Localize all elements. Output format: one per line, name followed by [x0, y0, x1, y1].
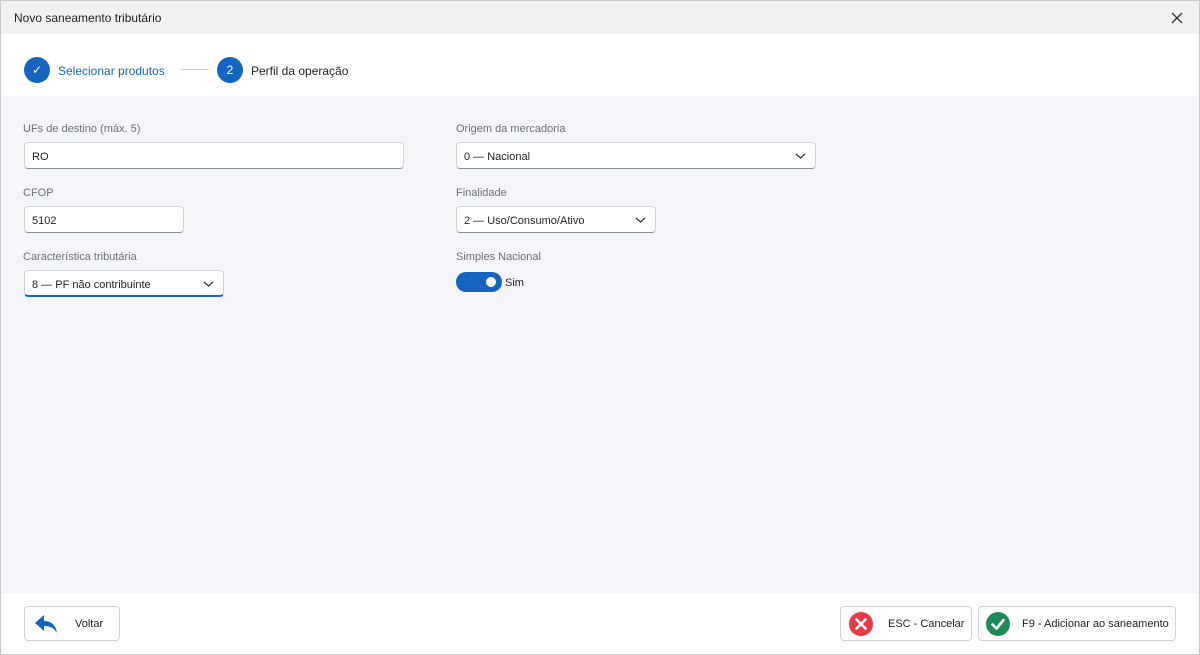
chevron-down-icon: [635, 217, 646, 223]
simples-value: Sim: [505, 277, 524, 289]
cancel-button[interactable]: ESC - Cancelar: [840, 606, 972, 641]
cancel-label: ESC - Cancelar: [888, 617, 965, 630]
finalidade-label: Finalidade: [456, 187, 507, 199]
window-title: Novo saneamento tributário: [14, 11, 162, 25]
back-arrow-icon: [32, 613, 60, 635]
caracteristica-value: 8 — PF não contribuinte: [32, 279, 151, 291]
step-2-number: 2: [217, 57, 243, 83]
title-bar: Novo saneamento tributário: [1, 1, 1199, 34]
check-circle-icon: [986, 611, 1010, 636]
caracteristica-select[interactable]: 8 — PF não contribuinte: [24, 270, 224, 297]
confirm-label: F9 - Adicionar ao saneamento: [1022, 617, 1169, 630]
dialog-window: Novo saneamento tributário ✓ Selecionar …: [0, 0, 1200, 655]
close-button[interactable]: [1167, 8, 1187, 28]
origem-label: Origem da mercadoria: [456, 123, 566, 135]
toggle-knob: [486, 277, 496, 287]
finalidade-select[interactable]: 2 — Uso/Consumo/Ativo: [456, 206, 656, 233]
chevron-down-icon: [795, 153, 806, 159]
back-button[interactable]: Voltar: [24, 606, 120, 641]
step-2-label: Perfil da operação: [251, 64, 349, 78]
footer-bar: Voltar ESC - Cancelar F9 - Adicionar ao …: [1, 593, 1199, 654]
caracteristica-label: Característica tributária: [23, 251, 137, 263]
simples-label: Simples Nacional: [456, 251, 541, 263]
step-connector: [181, 69, 209, 70]
stepper: ✓ Selecionar produtos 2 Perfil da operaç…: [1, 34, 1199, 96]
ufs-label: UFs de destino (máx. 5): [23, 123, 141, 135]
cancel-icon: [849, 611, 873, 636]
cfop-label: CFOP: [23, 187, 54, 199]
ufs-input[interactable]: RO: [24, 142, 404, 169]
finalidade-value: 2 — Uso/Consumo/Ativo: [464, 215, 585, 227]
chevron-down-icon: [203, 281, 214, 287]
origem-select[interactable]: 0 — Nacional: [456, 142, 816, 169]
cfop-input[interactable]: 5102: [24, 206, 184, 233]
step-1-label: Selecionar produtos: [58, 64, 165, 78]
close-icon: [1171, 12, 1183, 24]
back-label: Voltar: [75, 617, 104, 630]
confirm-button[interactable]: F9 - Adicionar ao saneamento: [978, 606, 1176, 641]
origem-value: 0 — Nacional: [464, 151, 531, 163]
step-1-check-icon: ✓: [24, 57, 50, 83]
simples-toggle[interactable]: [456, 272, 502, 292]
